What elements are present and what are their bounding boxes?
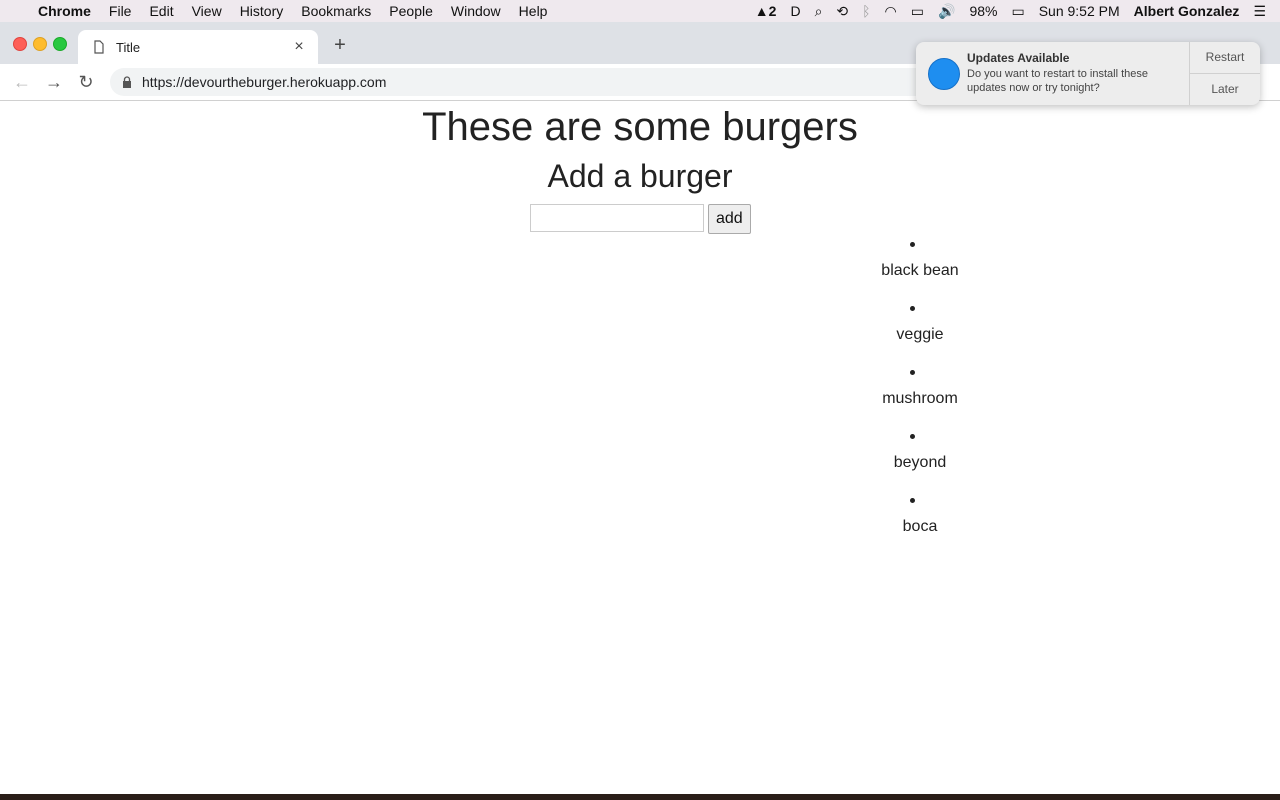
menu-bookmarks[interactable]: Bookmarks xyxy=(301,3,371,19)
menu-edit[interactable]: Edit xyxy=(149,3,173,19)
burger-list: black bean veggie mushroom beyond boca xyxy=(860,239,980,559)
bullet-icon xyxy=(910,242,915,247)
battery-icon[interactable]: ▭ xyxy=(1011,3,1024,20)
list-item: veggie xyxy=(860,303,980,367)
add-button[interactable]: add xyxy=(708,204,751,234)
search-icon[interactable]: ⌕ xyxy=(815,3,823,20)
bullet-icon xyxy=(910,434,915,439)
document-icon xyxy=(94,40,104,54)
burger-name: boca xyxy=(902,518,938,535)
notification-actions: Restart Later xyxy=(1189,42,1260,105)
address-bar[interactable]: https://devourtheburger.herokuapp.com xyxy=(110,68,940,96)
menu-view[interactable]: View xyxy=(192,3,222,19)
add-burger-heading: Add a burger xyxy=(547,158,733,194)
adobe-icon[interactable]: ▲2 xyxy=(755,3,777,19)
dashlane-icon[interactable]: D xyxy=(790,3,800,19)
list-item: mushroom xyxy=(860,367,980,431)
menu-people[interactable]: People xyxy=(389,3,433,19)
status-badge: 2 xyxy=(768,3,777,19)
page-title: These are some burgers xyxy=(422,105,858,149)
time-machine-icon[interactable]: ⟲ xyxy=(836,3,848,20)
bullet-icon xyxy=(910,498,915,503)
update-notification: Updates Available Do you want to restart… xyxy=(916,42,1260,105)
menu-history[interactable]: History xyxy=(240,3,284,19)
wifi-icon[interactable]: ◠ xyxy=(885,3,897,20)
page-content: These are some burgers Add a burger add … xyxy=(0,101,1280,794)
bullet-icon xyxy=(910,370,915,375)
reload-button[interactable]: ↻ xyxy=(76,72,96,92)
menu-app-chrome[interactable]: Chrome xyxy=(38,3,91,19)
notification-body: Do you want to restart to install these … xyxy=(967,68,1148,94)
url-text[interactable]: https://devourtheburger.herokuapp.com xyxy=(142,74,386,90)
tab-active[interactable]: Title × xyxy=(78,30,318,64)
close-window-button[interactable] xyxy=(13,37,27,51)
tab-title: Title xyxy=(116,39,141,55)
clock[interactable]: Sun 9:52 PM xyxy=(1039,3,1120,19)
list-item: black bean xyxy=(860,239,980,303)
browser-window: Title × + ← → ↻ https://devourtheburger.… xyxy=(0,22,1280,794)
forward-button[interactable]: → xyxy=(44,72,64,92)
burger-name-input[interactable] xyxy=(530,204,704,232)
notification-center-icon[interactable]: ☰ xyxy=(1253,3,1266,20)
lock-icon xyxy=(123,76,131,88)
airplay-icon[interactable]: ▭ xyxy=(911,3,924,20)
list-item: beyond xyxy=(860,431,980,495)
burger-name: beyond xyxy=(893,454,947,471)
zoom-window-button[interactable] xyxy=(53,37,67,51)
bluetooth-icon[interactable]: ᛒ xyxy=(862,3,870,19)
bullet-icon xyxy=(910,306,915,311)
burger-name: veggie xyxy=(896,326,944,343)
new-tab-button[interactable]: + xyxy=(330,34,350,57)
burger-name: mushroom xyxy=(882,390,958,407)
add-burger-form: add xyxy=(530,204,751,234)
menu-file[interactable]: File xyxy=(109,3,132,19)
later-button[interactable]: Later xyxy=(1190,74,1260,105)
battery-percent[interactable]: 98% xyxy=(969,3,997,19)
volume-icon[interactable]: 🔊 xyxy=(938,3,955,20)
list-item: boca xyxy=(860,495,980,559)
restart-button[interactable]: Restart xyxy=(1190,42,1260,74)
close-tab-icon[interactable]: × xyxy=(292,38,306,56)
app-store-icon xyxy=(928,58,960,90)
minimize-window-button[interactable] xyxy=(33,37,47,51)
status-area: ▲2 D ⌕ ⟲ ᛒ ◠ ▭ 🔊 98% ▭ Sun 9:52 PM Alber… xyxy=(755,0,1280,22)
notification-title: Updates Available xyxy=(967,51,1070,65)
menu-bar: Chrome File Edit View History Bookmarks … xyxy=(0,0,1280,22)
burger-name: black bean xyxy=(881,262,959,279)
menu-window[interactable]: Window xyxy=(451,3,501,19)
menu-help[interactable]: Help xyxy=(519,3,548,19)
user-name[interactable]: Albert Gonzalez xyxy=(1134,3,1240,19)
back-button[interactable]: ← xyxy=(12,72,32,92)
